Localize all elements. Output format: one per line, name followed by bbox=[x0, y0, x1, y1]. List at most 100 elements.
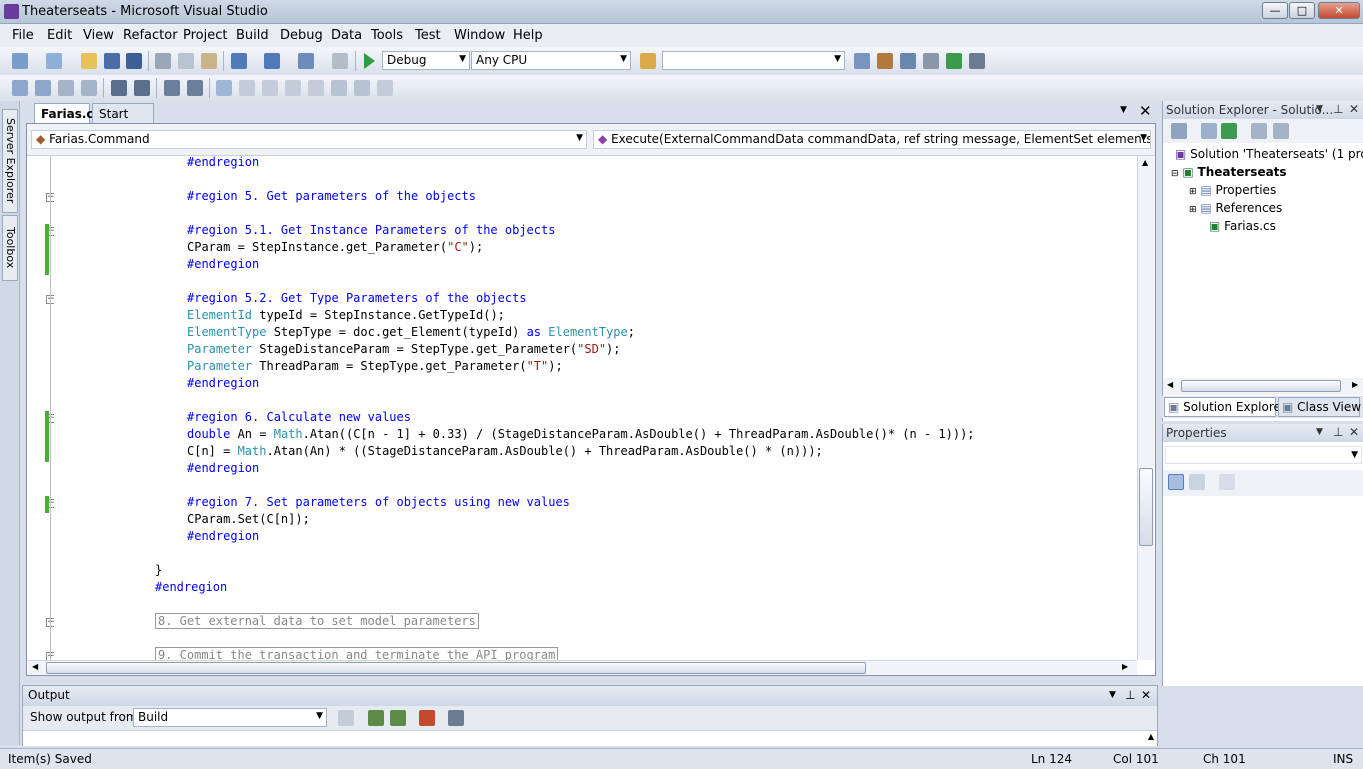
tree-solution[interactable]: ▣ Solution 'Theaterseats' (1 project bbox=[1175, 147, 1363, 161]
previous-bookmark-icon[interactable] bbox=[239, 80, 255, 96]
close-pane-icon[interactable]: ✕ bbox=[1141, 688, 1151, 702]
maximize-button[interactable]: □ bbox=[1289, 2, 1315, 19]
next-bookmark-in-folder-icon[interactable] bbox=[308, 80, 324, 96]
next-bookmark-in-document-icon[interactable] bbox=[354, 80, 370, 96]
scrollbar-thumb[interactable] bbox=[46, 662, 866, 674]
scrollbar-thumb[interactable] bbox=[1181, 380, 1341, 392]
properties-window-icon[interactable] bbox=[877, 53, 893, 69]
tree-item-properties[interactable]: ⊞ ▤ Properties bbox=[1189, 183, 1276, 197]
open-file-icon[interactable] bbox=[81, 53, 97, 69]
toggle-bookmark-icon[interactable] bbox=[216, 80, 232, 96]
scroll-right-icon[interactable]: ▶ bbox=[1122, 662, 1128, 671]
horizontal-scrollbar[interactable]: ◀ ▶ bbox=[1163, 378, 1363, 395]
horizontal-scrollbar[interactable]: ◀ ▶ bbox=[28, 660, 1137, 675]
auto-hide-pin-icon[interactable]: ⊥ bbox=[1333, 425, 1343, 439]
menu-project[interactable]: Project bbox=[183, 28, 227, 43]
save-icon[interactable] bbox=[104, 53, 120, 69]
cut-icon[interactable] bbox=[155, 53, 171, 69]
previous-bookmark-in-document-icon[interactable] bbox=[331, 80, 347, 96]
tree-item-references[interactable]: ⊞ ▤ References bbox=[1189, 201, 1282, 215]
find-combo[interactable]: ▼ bbox=[662, 51, 845, 70]
tab-solution-explorer[interactable]: ▣ Solution Explorer bbox=[1164, 397, 1286, 417]
find-in-files-icon[interactable] bbox=[640, 53, 656, 69]
increase-indent-icon[interactable] bbox=[134, 80, 150, 96]
minimize-button[interactable]: — bbox=[1262, 2, 1288, 19]
menu-file[interactable]: File bbox=[12, 28, 34, 43]
menu-data[interactable]: Data bbox=[331, 28, 362, 43]
close-pane-icon[interactable]: ✕ bbox=[1349, 425, 1359, 439]
clear-all-icon[interactable] bbox=[419, 710, 435, 726]
clear-bookmarks-icon[interactable] bbox=[377, 80, 393, 96]
view-class-diagram-icon[interactable] bbox=[1273, 123, 1289, 139]
redo-icon[interactable] bbox=[264, 53, 280, 69]
display-parameter-info-icon[interactable] bbox=[35, 80, 51, 96]
go-to-next-message-icon[interactable] bbox=[390, 710, 406, 726]
solution-explorer-icon[interactable] bbox=[854, 53, 870, 69]
close-button[interactable]: ✕ bbox=[1318, 2, 1360, 19]
window-position-icon[interactable]: ▼ bbox=[1316, 104, 1323, 114]
refresh-icon[interactable] bbox=[1221, 123, 1237, 139]
scrollbar-thumb[interactable] bbox=[1139, 468, 1153, 546]
toggle-word-wrap-icon[interactable] bbox=[448, 710, 464, 726]
display-quick-info-icon[interactable] bbox=[58, 80, 74, 96]
start-debugging-icon[interactable] bbox=[364, 53, 375, 69]
categorized-icon[interactable] bbox=[1168, 474, 1184, 490]
add-item-icon[interactable] bbox=[46, 53, 62, 69]
display-object-member-list-icon[interactable] bbox=[12, 80, 28, 96]
tab-start-page[interactable]: Start Page bbox=[92, 103, 154, 135]
solution-platform-dropdown[interactable]: Any CPU ▼ bbox=[471, 51, 631, 70]
scroll-right-icon[interactable]: ▶ bbox=[1352, 380, 1358, 389]
other-windows-icon[interactable] bbox=[969, 53, 985, 69]
property-pages-icon[interactable] bbox=[1219, 474, 1235, 490]
close-pane-icon[interactable]: ✕ bbox=[1349, 102, 1359, 116]
expand-node-icon[interactable]: ⊞ bbox=[1189, 205, 1197, 215]
menu-debug[interactable]: Debug bbox=[280, 28, 323, 43]
toolbox-icon[interactable] bbox=[923, 53, 939, 69]
window-position-icon[interactable]: ▼ bbox=[1109, 690, 1116, 700]
display-word-completion-icon[interactable] bbox=[81, 80, 97, 96]
code-editor[interactable]: #endregion #region 5. Get parameters of … bbox=[54, 156, 1137, 660]
previous-bookmark-in-folder-icon[interactable] bbox=[285, 80, 301, 96]
copy-icon[interactable] bbox=[178, 53, 194, 69]
server-explorer-tab[interactable]: Server Explorer bbox=[2, 109, 18, 213]
scroll-left-icon[interactable]: ◀ bbox=[1167, 380, 1173, 389]
save-all-icon[interactable] bbox=[126, 53, 142, 69]
comment-lines-icon[interactable] bbox=[164, 80, 180, 96]
auto-hide-pin-icon[interactable]: ⊥ bbox=[1333, 102, 1343, 116]
properties-icon[interactable] bbox=[1171, 123, 1187, 139]
output-source-dropdown[interactable]: Build ▼ bbox=[133, 708, 327, 727]
navigate-backward-icon[interactable] bbox=[298, 53, 314, 69]
scroll-up-icon[interactable]: ▲ bbox=[1148, 732, 1154, 741]
show-all-files-icon[interactable] bbox=[1201, 123, 1217, 139]
menu-refactor[interactable]: Refactor bbox=[123, 28, 178, 43]
go-to-previous-message-icon[interactable] bbox=[368, 710, 384, 726]
scroll-left-icon[interactable]: ◀ bbox=[32, 662, 38, 671]
collapse-node-icon[interactable]: ⊟ bbox=[1171, 169, 1179, 179]
navigate-forward-icon[interactable] bbox=[332, 53, 348, 69]
types-dropdown[interactable]: ◆ Farias.Command ▼ bbox=[31, 130, 587, 149]
menu-edit[interactable]: Edit bbox=[47, 28, 72, 43]
auto-hide-pin-icon[interactable]: ⊥ bbox=[1125, 688, 1135, 702]
object-browser-icon[interactable] bbox=[900, 53, 916, 69]
collapsed-region[interactable]: 9. Commit the transaction and terminate … bbox=[155, 647, 559, 660]
next-bookmark-icon[interactable] bbox=[262, 80, 278, 96]
object-selector-dropdown[interactable]: ▼ bbox=[1165, 446, 1362, 464]
tab-class-view[interactable]: ▣ Class View bbox=[1278, 397, 1361, 417]
scroll-up-icon[interactable]: ▲ bbox=[1142, 158, 1148, 167]
paste-icon[interactable] bbox=[201, 53, 217, 69]
find-message-in-code-icon[interactable] bbox=[338, 710, 354, 726]
menu-view[interactable]: View bbox=[83, 28, 114, 43]
menu-help[interactable]: Help bbox=[513, 28, 543, 43]
undo-icon[interactable] bbox=[231, 53, 247, 69]
tree-project[interactable]: ⊟ ▣ Theaterseats bbox=[1171, 165, 1287, 179]
active-files-chevron-icon[interactable]: ▼ bbox=[1120, 105, 1127, 115]
decrease-indent-icon[interactable] bbox=[111, 80, 127, 96]
expand-node-icon[interactable]: ⊞ bbox=[1189, 187, 1197, 197]
close-document-icon[interactable]: ✕ bbox=[1139, 102, 1152, 120]
vertical-scrollbar[interactable]: ▲ bbox=[1137, 156, 1154, 660]
menu-build[interactable]: Build bbox=[236, 28, 269, 43]
members-dropdown[interactable]: ◆ Execute(ExternalCommandData commandDat… bbox=[593, 130, 1151, 149]
collapsed-region[interactable]: 8. Get external data to set model parame… bbox=[155, 613, 479, 630]
uncomment-lines-icon[interactable] bbox=[187, 80, 203, 96]
new-project-icon[interactable] bbox=[12, 53, 28, 69]
